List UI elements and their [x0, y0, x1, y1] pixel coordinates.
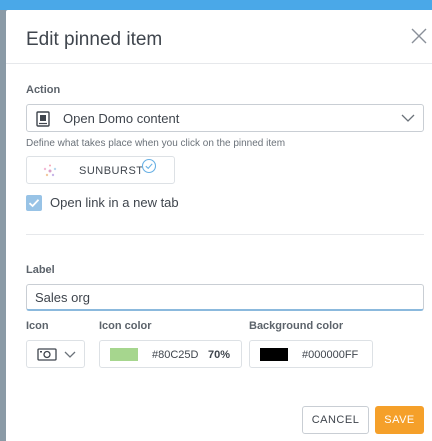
- icon-select[interactable]: [26, 340, 85, 368]
- verified-check-icon: [141, 158, 157, 174]
- action-help-text: Define what takes place when you click o…: [26, 138, 286, 149]
- edit-pinned-item-dialog: Edit pinned item Action Open Domo conten…: [6, 10, 432, 441]
- chevron-down-icon: [64, 351, 76, 358]
- close-icon[interactable]: [410, 27, 428, 45]
- chevron-down-icon: [401, 114, 415, 122]
- app-top-bar: [0, 0, 432, 10]
- action-label: Action: [26, 84, 61, 96]
- dialog-header: Edit pinned item: [6, 10, 432, 64]
- section-divider: [26, 234, 424, 235]
- card-icon: [36, 111, 50, 127]
- content-chip-sunburst[interactable]: SUNBURST: [26, 156, 175, 184]
- label-input[interactable]: [26, 284, 424, 311]
- checkbox-checked[interactable]: [26, 195, 42, 211]
- background-color-hex: #000000FF: [302, 349, 359, 361]
- icon-color-opacity: 70%: [208, 349, 231, 361]
- icon-color-picker[interactable]: #80C25D 70%: [99, 340, 242, 368]
- content-chip-label: SUNBURST: [79, 165, 144, 177]
- action-select[interactable]: Open Domo content: [26, 104, 424, 132]
- dialog-title: Edit pinned item: [26, 29, 163, 50]
- action-select-value: Open Domo content: [63, 111, 180, 126]
- open-new-tab-label: Open link in a new tab: [50, 195, 179, 210]
- sunburst-icon: [43, 164, 57, 177]
- cancel-button[interactable]: CANCEL: [302, 406, 369, 434]
- save-button[interactable]: SAVE: [375, 406, 424, 434]
- icon-color-hex: #80C25D: [152, 349, 199, 361]
- icon-field-label: Icon: [26, 320, 49, 332]
- label-field-label: Label: [26, 264, 55, 276]
- camera-icon: [37, 348, 57, 361]
- background-color-swatch: [260, 348, 288, 361]
- icon-color-swatch: [110, 348, 138, 361]
- background-color-picker[interactable]: #000000FF: [249, 340, 373, 368]
- icon-color-label: Icon color: [99, 320, 152, 332]
- check-icon: [28, 199, 40, 208]
- background-color-label: Background color: [249, 320, 344, 332]
